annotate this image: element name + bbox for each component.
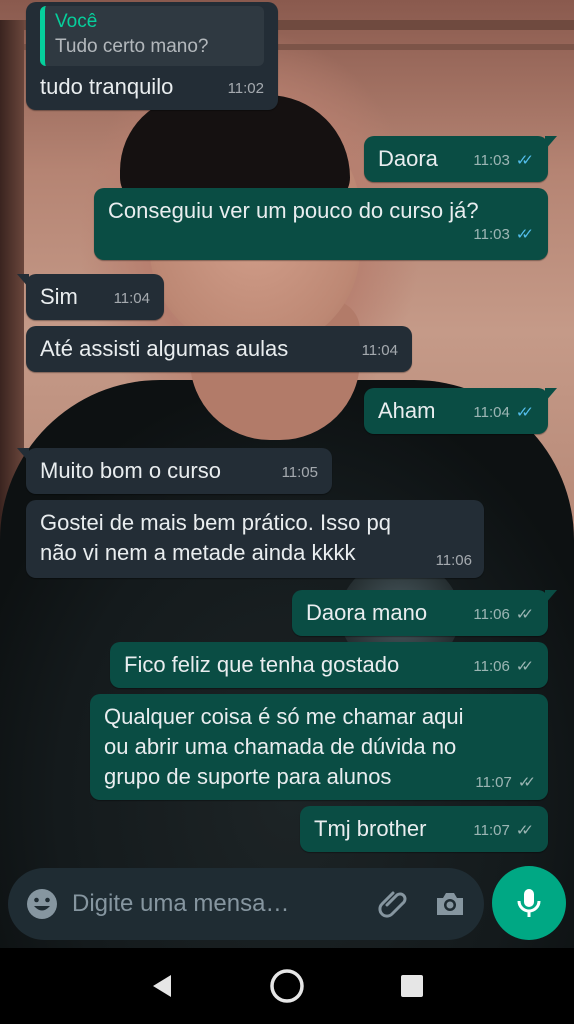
message-meta: 11:04 ✓✓ [473, 404, 534, 422]
message-bubble-out[interactable]: Daora mano 11:06 ✓✓ [292, 590, 557, 636]
message-meta: 11:06 [436, 552, 472, 570]
message-text: Até assisti algumas aulas [40, 336, 289, 361]
message-meta: 11:06 ✓✓ [473, 606, 534, 624]
message-time: 11:02 [227, 80, 264, 97]
message-bubble-out[interactable]: Qualquer coisa é só me chamar aqui ou ab… [90, 694, 548, 800]
message-text: Daora mano [306, 600, 428, 625]
message-meta: 11:07 ✓✓ [473, 822, 534, 840]
message-time: 11:03 [473, 152, 510, 169]
message-meta: 11:04 [362, 342, 398, 360]
message-bubble-in[interactable]: Sim 11:04 [17, 274, 164, 320]
message-text: Daora [378, 146, 438, 171]
camera-icon[interactable] [430, 884, 470, 924]
emoji-icon[interactable] [22, 884, 62, 924]
message-meta: 11:06 ✓✓ [473, 658, 534, 676]
message-meta: 11:07 ✓✓ [475, 774, 536, 792]
paperclip-icon[interactable] [374, 884, 414, 924]
message-text: Muito bom o curso [40, 458, 221, 483]
message-meta: 11:02 [228, 80, 264, 98]
double-check-icon: ✓✓ [515, 152, 534, 169]
double-check-icon: ✓✓ [515, 404, 534, 421]
message-meta: 11:05 [282, 464, 318, 482]
message-time: 11:05 [281, 464, 318, 481]
message-time: 11:04 [113, 290, 150, 307]
message-input[interactable]: Digite uma mensa… [62, 890, 374, 918]
double-check-icon: ✓✓ [515, 606, 534, 623]
message-text: tudo tranquilo [40, 74, 174, 99]
double-check-icon: ✓✓ [515, 658, 534, 675]
message-meta: 11:04 [114, 290, 150, 308]
message-bubble-out[interactable]: Daora 11:03 ✓✓ [364, 136, 557, 182]
message-time: 11:04 [473, 404, 510, 421]
message-meta: 11:03 ✓✓ [473, 226, 534, 244]
message-bubble-out[interactable]: Aham 11:04 ✓✓ [364, 388, 557, 434]
back-triangle-icon[interactable] [142, 966, 182, 1006]
quoted-author: Você [55, 11, 98, 32]
message-bubble-in[interactable]: Muito bom o curso 11:05 [17, 448, 332, 494]
message-time: 11:07 [473, 822, 510, 839]
system-navigation-bar [0, 948, 574, 1024]
message-text: Tmj brother [314, 816, 427, 841]
message-time: 11:06 [473, 658, 510, 675]
double-check-icon: ✓✓ [517, 774, 536, 791]
message-time: 11:04 [361, 342, 398, 359]
message-time: 11:06 [473, 606, 510, 623]
message-bubble-out[interactable]: Conseguiu ver um pouco do curso já? 11:0… [94, 188, 548, 260]
message-text: Aham [378, 398, 436, 423]
message-bubble-in[interactable]: Gostei de mais bem prático. Isso pq não … [26, 500, 484, 578]
message-bubble-in[interactable]: Até assisti algumas aulas 11:04 [26, 326, 412, 372]
message-text: Conseguiu ver um pouco do curso já? [108, 198, 479, 223]
message-bubble-out[interactable]: Tmj brother 11:07 ✓✓ [300, 806, 548, 852]
microphone-icon[interactable] [492, 866, 566, 940]
message-bubble-out[interactable]: Fico feliz que tenha gostado 11:06 ✓✓ [110, 642, 548, 688]
message-bubble-in[interactable]: Você Tudo certo mano? tudo tranquilo 11:… [26, 2, 278, 110]
message-list[interactable]: Você Tudo certo mano? tudo tranquilo 11:… [0, 0, 574, 870]
message-text: Fico feliz que tenha gostado [124, 652, 400, 677]
message-time: 11:07 [475, 774, 512, 791]
message-time: 11:03 [473, 226, 510, 243]
message-text: Qualquer coisa é só me chamar aqui ou ab… [104, 704, 464, 789]
quoted-text: Tudo certo mano? [55, 36, 209, 57]
quoted-message[interactable]: Você Tudo certo mano? [40, 6, 264, 66]
message-text: Gostei de mais bem prático. Isso pq não … [40, 510, 391, 565]
double-check-icon: ✓✓ [515, 226, 534, 243]
message-time: 11:06 [435, 552, 472, 569]
message-composer: Digite uma mensa… [8, 868, 484, 940]
double-check-icon: ✓✓ [515, 822, 534, 839]
message-text: Sim [40, 284, 78, 309]
home-circle-icon[interactable] [267, 966, 307, 1006]
message-meta: 11:03 ✓✓ [473, 152, 534, 170]
recents-square-icon[interactable] [392, 966, 432, 1006]
